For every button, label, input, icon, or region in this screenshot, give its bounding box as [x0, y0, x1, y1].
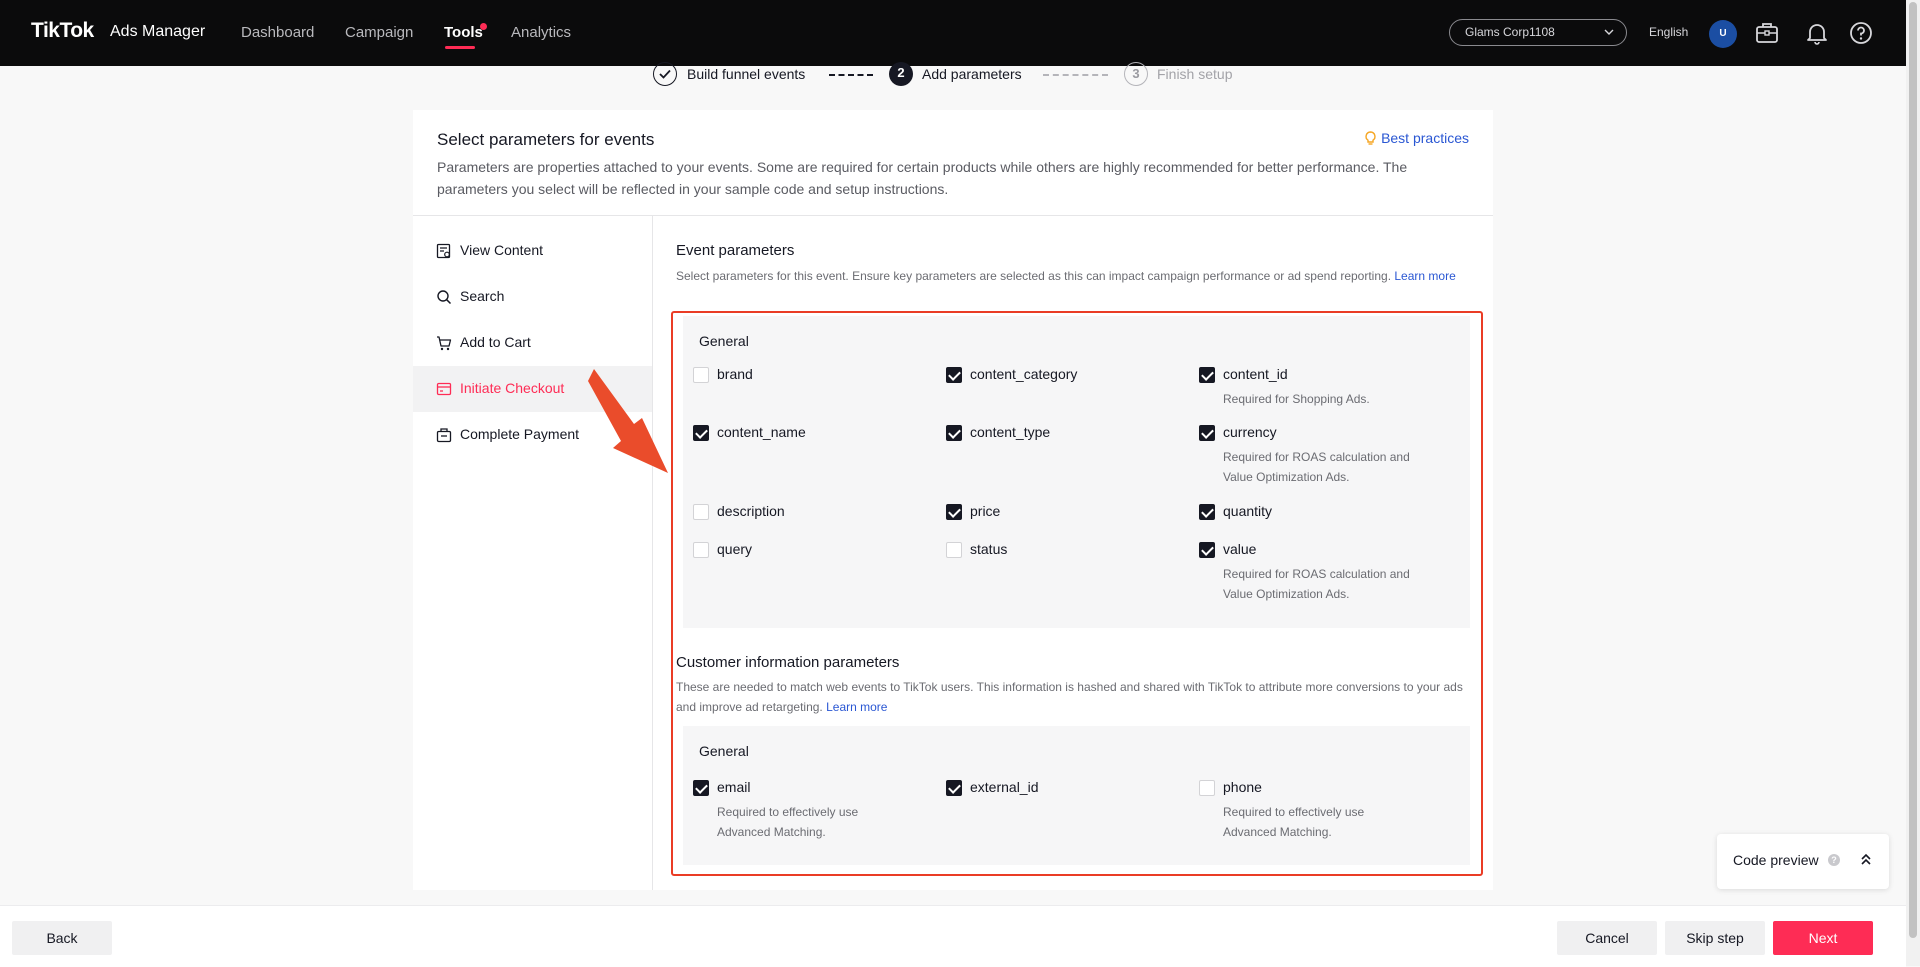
double-chevron-up-icon[interactable] [1860, 852, 1872, 866]
event-item-add-to-cart[interactable]: Add to Cart [413, 320, 652, 366]
step-2-number: 2 [889, 62, 913, 86]
card-description: Parameters are properties attached to yo… [437, 159, 1408, 197]
event-parameters-description: Select parameters for this event. Ensure… [676, 266, 1476, 286]
active-nav-indicator [445, 46, 475, 49]
nav-analytics[interactable]: Analytics [511, 24, 571, 41]
tiktok-logo[interactable]: TikTok [31, 19, 94, 43]
tools-notification-dot [480, 23, 487, 30]
nav-dashboard[interactable]: Dashboard [241, 24, 314, 41]
step-1-check-icon [653, 62, 677, 86]
step-2-label: Add parameters [922, 66, 1022, 82]
page-title: Select parameters for events [437, 130, 655, 149]
step-connector-2 [1043, 74, 1108, 76]
checkout-icon [436, 382, 452, 396]
event-item-view-content[interactable]: View Content [413, 228, 652, 274]
event-parameters-description-text: Select parameters for this event. Ensure… [676, 269, 1392, 283]
chevron-down-icon [1604, 29, 1614, 35]
scrollbar-thumb[interactable] [1909, 2, 1917, 938]
step-3-label: Finish setup [1157, 66, 1233, 82]
page-scrollbar[interactable] [1906, 0, 1920, 966]
help-icon[interactable] [1848, 20, 1874, 46]
account-name: Glams Corp1108 [1465, 25, 1555, 39]
event-label-initiate-checkout: Initiate Checkout [460, 380, 565, 396]
step-connector-1 [829, 74, 873, 76]
event-label-complete-payment: Complete Payment [460, 426, 580, 442]
nav-tools[interactable]: Tools [444, 24, 483, 41]
step-3-number: 3 [1124, 62, 1148, 86]
event-item-search[interactable]: Search [413, 274, 652, 320]
annotation-arrow-icon [588, 369, 668, 473]
code-preview-panel[interactable]: Code preview ? [1717, 834, 1889, 889]
cart-icon [437, 336, 452, 351]
event-label-add-to-cart: Add to Cart [460, 334, 531, 350]
annotation-highlight-box [671, 311, 1483, 876]
avatar[interactable]: U [1709, 20, 1737, 48]
code-preview-label: Code preview [1733, 852, 1819, 868]
event-parameters-learn-more-link[interactable]: Learn more [1394, 269, 1455, 283]
step-1-label: Build funnel events [687, 66, 806, 82]
lightbulb-icon [1365, 131, 1376, 145]
ads-manager-label: Ads Manager [110, 23, 206, 40]
back-button[interactable]: Back [12, 921, 112, 955]
top-navigation-bar: TikTok Ads Manager Dashboard Campaign To… [0, 0, 1906, 66]
next-button[interactable]: Next [1773, 921, 1873, 955]
payment-icon [436, 428, 452, 443]
event-label-search: Search [460, 288, 505, 304]
event-label-view-content: View Content [460, 242, 544, 258]
bell-icon[interactable] [1804, 20, 1830, 46]
skip-step-button[interactable]: Skip step [1665, 921, 1765, 955]
view-content-icon [436, 243, 451, 259]
help-icon[interactable]: ? [1828, 854, 1840, 866]
footer-bar: Back Cancel Skip step Next [0, 905, 1906, 967]
nav-campaign[interactable]: Campaign [345, 24, 413, 41]
language-selector[interactable]: English [1649, 25, 1688, 39]
event-list: View Content Search Add to Cart Initiate… [413, 216, 653, 890]
event-parameters-title: Event parameters [676, 242, 795, 259]
account-selector[interactable]: Glams Corp1108 [1449, 19, 1627, 46]
briefcase-icon[interactable] [1754, 20, 1780, 46]
cancel-button[interactable]: Cancel [1557, 921, 1657, 955]
best-practices-label: Best practices [1381, 130, 1469, 146]
best-practices-link[interactable]: Best practices [1364, 130, 1469, 146]
search-icon [437, 290, 452, 305]
